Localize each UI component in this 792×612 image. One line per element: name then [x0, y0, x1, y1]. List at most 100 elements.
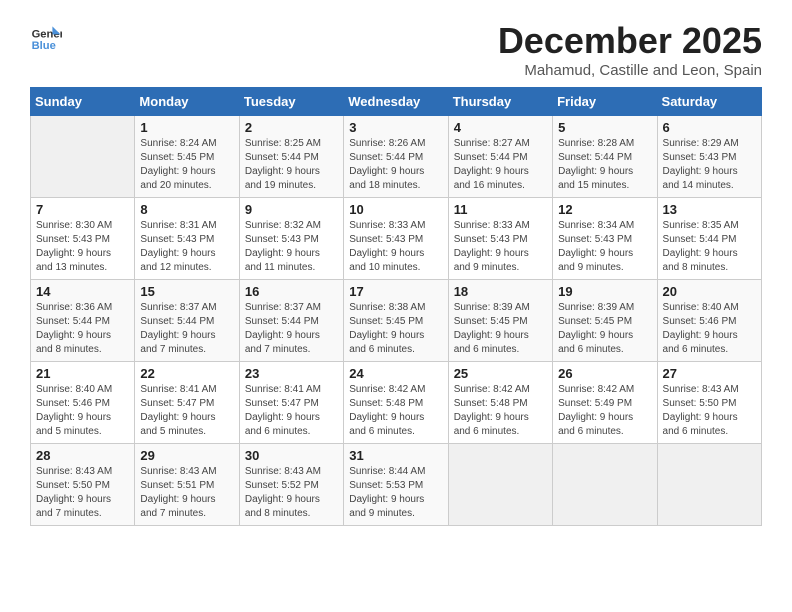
day-info: Sunrise: 8:25 AMSunset: 5:44 PMDaylight:…	[245, 137, 338, 193]
calendar-cell: 23Sunrise: 8:41 AMSunset: 5:47 PMDayligh…	[239, 362, 343, 444]
day-number: 27	[663, 366, 756, 381]
day-info: Sunrise: 8:41 AMSunset: 5:47 PMDaylight:…	[140, 383, 233, 439]
calendar-subtitle: Mahamud, Castille and Leon, Spain	[498, 62, 762, 79]
day-info: Sunrise: 8:43 AMSunset: 5:52 PMDaylight:…	[245, 465, 338, 521]
day-number: 11	[454, 202, 547, 217]
day-number: 26	[558, 366, 651, 381]
day-info: Sunrise: 8:33 AMSunset: 5:43 PMDaylight:…	[454, 219, 547, 275]
calendar-cell	[31, 116, 135, 198]
day-info: Sunrise: 8:42 AMSunset: 5:48 PMDaylight:…	[349, 383, 442, 439]
day-info: Sunrise: 8:40 AMSunset: 5:46 PMDaylight:…	[36, 383, 129, 439]
day-number: 1	[140, 120, 233, 135]
day-info: Sunrise: 8:27 AMSunset: 5:44 PMDaylight:…	[454, 137, 547, 193]
day-info: Sunrise: 8:30 AMSunset: 5:43 PMDaylight:…	[36, 219, 129, 275]
calendar-cell: 11 Sunrise: 8:33 AMSunset: 5:43 PMDayligh…	[448, 198, 552, 280]
day-info: Sunrise: 8:26 AMSunset: 5:44 PMDaylight:…	[349, 137, 442, 193]
calendar-title: December 2025	[498, 20, 762, 62]
day-info: Sunrise: 8:42 AMSunset: 5:49 PMDaylight:…	[558, 383, 651, 439]
calendar-cell: 2 Sunrise: 8:25 AMSunset: 5:44 PMDaylight…	[239, 116, 343, 198]
day-number: 19	[558, 284, 651, 299]
calendar-week-row: 1 Sunrise: 8:24 AMSunset: 5:45 PMDaylight…	[31, 116, 762, 198]
weekday-header-saturday: Saturday	[657, 88, 761, 116]
day-info: Sunrise: 8:43 AMSunset: 5:50 PMDaylight:…	[663, 383, 756, 439]
calendar-week-row: 7 Sunrise: 8:30 AMSunset: 5:43 PMDaylight…	[31, 198, 762, 280]
day-number: 8	[140, 202, 233, 217]
day-info: Sunrise: 8:34 AMSunset: 5:43 PMDaylight:…	[558, 219, 651, 275]
calendar-cell: 24Sunrise: 8:42 AMSunset: 5:48 PMDayligh…	[344, 362, 448, 444]
day-info: Sunrise: 8:36 AMSunset: 5:44 PMDaylight:…	[36, 301, 129, 357]
calendar-cell: 20Sunrise: 8:40 AMSunset: 5:46 PMDayligh…	[657, 280, 761, 362]
weekday-header-wednesday: Wednesday	[344, 88, 448, 116]
calendar-cell: 27 Sunrise: 8:43 AMSunset: 5:50 PMDayligh…	[657, 362, 761, 444]
calendar-cell: 15Sunrise: 8:37 AMSunset: 5:44 PMDayligh…	[135, 280, 239, 362]
calendar-cell: 30 Sunrise: 8:43 AMSunset: 5:52 PMDayligh…	[239, 444, 343, 526]
day-number: 20	[663, 284, 756, 299]
day-info: Sunrise: 8:39 AMSunset: 5:45 PMDaylight:…	[558, 301, 651, 357]
day-number: 10	[349, 202, 442, 217]
day-number: 7	[36, 202, 129, 217]
day-number: 14	[36, 284, 129, 299]
calendar-table: SundayMondayTuesdayWednesdayThursdayFrid…	[30, 87, 762, 526]
day-info: Sunrise: 8:43 AMSunset: 5:51 PMDaylight:…	[140, 465, 233, 521]
day-info: Sunrise: 8:24 AMSunset: 5:45 PMDaylight:…	[140, 137, 233, 193]
calendar-cell: 17Sunrise: 8:38 AMSunset: 5:45 PMDayligh…	[344, 280, 448, 362]
calendar-cell	[657, 444, 761, 526]
weekday-header-row: SundayMondayTuesdayWednesdayThursdayFrid…	[31, 88, 762, 116]
title-block: December 2025 Mahamud, Castille and Leon…	[498, 20, 762, 79]
page-header: General Blue December 2025 Mahamud, Cast…	[30, 20, 762, 79]
calendar-week-row: 28 Sunrise: 8:43 AMSunset: 5:50 PMDayligh…	[31, 444, 762, 526]
calendar-cell: 8 Sunrise: 8:31 AMSunset: 5:43 PMDaylight…	[135, 198, 239, 280]
weekday-header-tuesday: Tuesday	[239, 88, 343, 116]
calendar-cell: 18 Sunrise: 8:39 AMSunset: 5:45 PMDayligh…	[448, 280, 552, 362]
day-info: Sunrise: 8:42 AMSunset: 5:48 PMDaylight:…	[454, 383, 547, 439]
day-number: 4	[454, 120, 547, 135]
svg-text:Blue: Blue	[32, 40, 56, 52]
calendar-cell: 31Sunrise: 8:44 AMSunset: 5:53 PMDayligh…	[344, 444, 448, 526]
calendar-cell: 28 Sunrise: 8:43 AMSunset: 5:50 PMDayligh…	[31, 444, 135, 526]
day-info: Sunrise: 8:37 AMSunset: 5:44 PMDaylight:…	[245, 301, 338, 357]
day-number: 28	[36, 448, 129, 463]
day-info: Sunrise: 8:38 AMSunset: 5:45 PMDaylight:…	[349, 301, 442, 357]
day-number: 6	[663, 120, 756, 135]
day-info: Sunrise: 8:43 AMSunset: 5:50 PMDaylight:…	[36, 465, 129, 521]
calendar-cell: 7 Sunrise: 8:30 AMSunset: 5:43 PMDaylight…	[31, 198, 135, 280]
day-number: 18	[454, 284, 547, 299]
calendar-cell: 10 Sunrise: 8:33 AMSunset: 5:43 PMDayligh…	[344, 198, 448, 280]
calendar-cell: 12Sunrise: 8:34 AMSunset: 5:43 PMDayligh…	[553, 198, 657, 280]
calendar-week-row: 14 Sunrise: 8:36 AMSunset: 5:44 PMDayligh…	[31, 280, 762, 362]
day-info: Sunrise: 8:33 AMSunset: 5:43 PMDaylight:…	[349, 219, 442, 275]
logo-icon: General Blue	[30, 20, 62, 52]
day-number: 21	[36, 366, 129, 381]
calendar-cell: 6Sunrise: 8:29 AMSunset: 5:43 PMDaylight…	[657, 116, 761, 198]
calendar-cell: 9Sunrise: 8:32 AMSunset: 5:43 PMDaylight…	[239, 198, 343, 280]
day-number: 13	[663, 202, 756, 217]
day-number: 31	[349, 448, 442, 463]
day-info: Sunrise: 8:37 AMSunset: 5:44 PMDaylight:…	[140, 301, 233, 357]
logo: General Blue	[30, 20, 62, 52]
calendar-cell: 19 Sunrise: 8:39 AMSunset: 5:45 PMDayligh…	[553, 280, 657, 362]
calendar-cell: 14 Sunrise: 8:36 AMSunset: 5:44 PMDayligh…	[31, 280, 135, 362]
calendar-cell: 16Sunrise: 8:37 AMSunset: 5:44 PMDayligh…	[239, 280, 343, 362]
weekday-header-monday: Monday	[135, 88, 239, 116]
calendar-cell: 5Sunrise: 8:28 AMSunset: 5:44 PMDaylight…	[553, 116, 657, 198]
day-info: Sunrise: 8:39 AMSunset: 5:45 PMDaylight:…	[454, 301, 547, 357]
weekday-header-sunday: Sunday	[31, 88, 135, 116]
calendar-cell: 13 Sunrise: 8:35 AMSunset: 5:44 PMDayligh…	[657, 198, 761, 280]
weekday-header-thursday: Thursday	[448, 88, 552, 116]
day-info: Sunrise: 8:28 AMSunset: 5:44 PMDaylight:…	[558, 137, 651, 193]
calendar-cell	[553, 444, 657, 526]
calendar-cell: 4 Sunrise: 8:27 AMSunset: 5:44 PMDaylight…	[448, 116, 552, 198]
day-number: 2	[245, 120, 338, 135]
day-number: 23	[245, 366, 338, 381]
day-number: 30	[245, 448, 338, 463]
weekday-header-friday: Friday	[553, 88, 657, 116]
calendar-cell: 3 Sunrise: 8:26 AMSunset: 5:44 PMDaylight…	[344, 116, 448, 198]
day-number: 3	[349, 120, 442, 135]
day-info: Sunrise: 8:31 AMSunset: 5:43 PMDaylight:…	[140, 219, 233, 275]
calendar-cell: 29Sunrise: 8:43 AMSunset: 5:51 PMDayligh…	[135, 444, 239, 526]
day-info: Sunrise: 8:35 AMSunset: 5:44 PMDaylight:…	[663, 219, 756, 275]
calendar-cell: 26 Sunrise: 8:42 AMSunset: 5:49 PMDayligh…	[553, 362, 657, 444]
calendar-cell: 22Sunrise: 8:41 AMSunset: 5:47 PMDayligh…	[135, 362, 239, 444]
calendar-cell: 1 Sunrise: 8:24 AMSunset: 5:45 PMDaylight…	[135, 116, 239, 198]
calendar-cell	[448, 444, 552, 526]
